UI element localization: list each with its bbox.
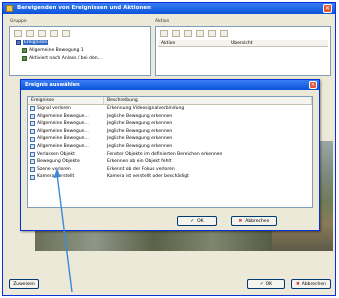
pointer-arrow-icon	[53, 168, 73, 293]
